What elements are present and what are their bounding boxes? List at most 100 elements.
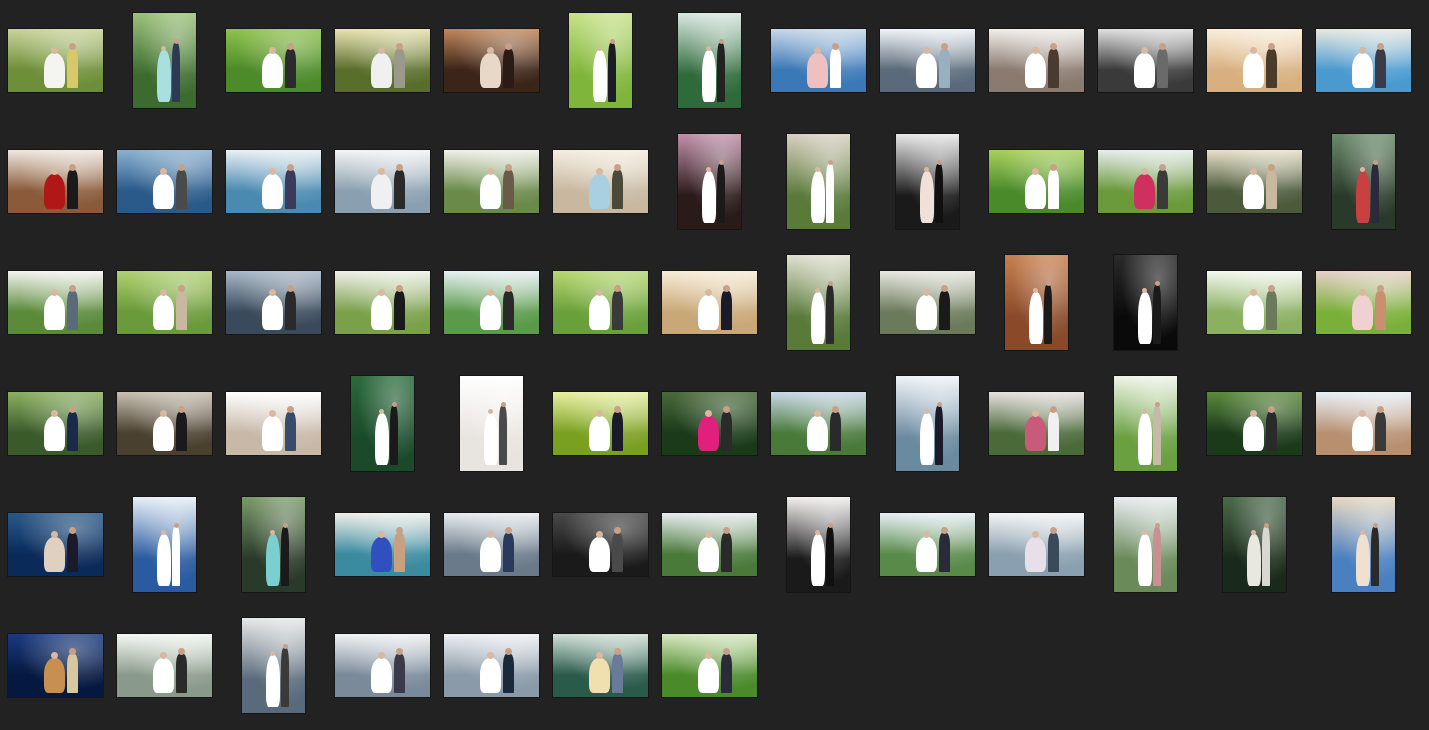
- photo-phone-booth: [553, 634, 648, 697]
- photo-thumbnail[interactable]: [655, 605, 764, 726]
- photo-thumbnail[interactable]: [1, 605, 110, 726]
- photo-thumbnail[interactable]: [1, 363, 110, 484]
- photo-thumbnail[interactable]: [655, 363, 764, 484]
- photo-overcast: [444, 634, 539, 697]
- photo-thumbnail[interactable]: [655, 0, 764, 121]
- photo-thumbnail[interactable]: [873, 484, 982, 605]
- photo-kiss: [787, 497, 850, 592]
- photo-thumbnail[interactable]: [764, 242, 873, 363]
- photo-beach-rocks: [1316, 392, 1411, 455]
- photo-thumbnail[interactable]: [873, 363, 982, 484]
- photo-thumbnail[interactable]: [110, 484, 219, 605]
- photo-thumbnail[interactable]: [1309, 484, 1418, 605]
- photo-thumbnail[interactable]: [328, 242, 437, 363]
- photo-thumbnail[interactable]: [110, 121, 219, 242]
- photo-thumbnail[interactable]: [546, 242, 655, 363]
- photo-thumbnail[interactable]: [1309, 242, 1418, 363]
- photo-thumbnail[interactable]: [1091, 0, 1200, 121]
- photo-golf: [880, 513, 975, 576]
- photo-thumbnail[interactable]: [110, 0, 219, 121]
- photo-thumbnail[interactable]: [764, 0, 873, 121]
- photo-thumbnail[interactable]: [982, 484, 1091, 605]
- photo-thumbnail[interactable]: [1200, 242, 1309, 363]
- photo-thumbnail[interactable]: [437, 363, 546, 484]
- photo-lawn: [117, 271, 212, 334]
- photo-thumbnail[interactable]: [1, 484, 110, 605]
- photo-beach-sky: [771, 29, 866, 92]
- photo-thumbnail[interactable]: [982, 0, 1091, 121]
- photo-thumbnail[interactable]: [219, 121, 328, 242]
- photo-lawn: [226, 29, 321, 92]
- photo-thumbnail[interactable]: [982, 121, 1091, 242]
- photo-thumbnail[interactable]: [546, 121, 655, 242]
- photo-pier: [444, 513, 539, 576]
- photo-thumbnail[interactable]: [982, 242, 1091, 363]
- photo-thumbnail[interactable]: [328, 363, 437, 484]
- photo-thumbnail[interactable]: [764, 363, 873, 484]
- photo-lake-hill: [771, 392, 866, 455]
- photo-thumbnail[interactable]: [328, 0, 437, 121]
- photo-thumbnail[interactable]: [219, 363, 328, 484]
- photo-bed: [989, 29, 1084, 92]
- photo-woods: [8, 392, 103, 455]
- photo-thumbnail[interactable]: [546, 484, 655, 605]
- photo-arch: [553, 150, 648, 213]
- photo-thumbnail[interactable]: [873, 242, 982, 363]
- photo-thumbnail[interactable]: [437, 0, 546, 121]
- photo-thumbnail[interactable]: [1309, 0, 1418, 121]
- photo-thumbnail[interactable]: [219, 605, 328, 726]
- photo-grass-hill: [662, 513, 757, 576]
- photo-thumbnail[interactable]: [1309, 121, 1418, 242]
- photo-veil: [335, 150, 430, 213]
- photo-thumbnail[interactable]: [219, 484, 328, 605]
- photo-lawn: [989, 150, 1084, 213]
- photo-thumbnail[interactable]: [437, 121, 546, 242]
- photo-field: [1098, 150, 1193, 213]
- photo-thumbnail[interactable]: [1200, 121, 1309, 242]
- photo-thumbnail[interactable]: [328, 121, 437, 242]
- photo-dark-garden: [662, 392, 757, 455]
- photo-studio: [1098, 29, 1193, 92]
- photo-thumbnail[interactable]: [1200, 0, 1309, 121]
- photo-thumbnail[interactable]: [328, 605, 437, 726]
- photo-thumbnail[interactable]: [1309, 363, 1418, 484]
- photo-thumbnail[interactable]: [873, 0, 982, 121]
- photo-thumbnail[interactable]: [1091, 484, 1200, 605]
- photo-thumbnail[interactable]: [437, 605, 546, 726]
- photo-thumbnail[interactable]: [764, 484, 873, 605]
- photo-thumbnail[interactable]: [546, 0, 655, 121]
- photo-thumbnail[interactable]: [655, 484, 764, 605]
- photo-thumbnail[interactable]: [655, 242, 764, 363]
- photo-garden: [335, 271, 430, 334]
- photo-thumbnail[interactable]: [1091, 242, 1200, 363]
- photo-studio-dark: [1114, 255, 1177, 350]
- photo-thumbnail[interactable]: [546, 605, 655, 726]
- photo-thumbnail[interactable]: [1, 0, 110, 121]
- photo-hillside: [662, 634, 757, 697]
- photo-thumbnail[interactable]: [1091, 363, 1200, 484]
- photo-thumbnail[interactable]: [1200, 484, 1309, 605]
- photo-studio-white: [226, 392, 321, 455]
- photo-thumbnail[interactable]: [1091, 121, 1200, 242]
- photo-thumbnail[interactable]: [1, 121, 110, 242]
- photo-forest: [335, 29, 430, 92]
- photo-thumbnail[interactable]: [110, 363, 219, 484]
- photo-night-blue: [8, 634, 103, 697]
- photo-thumbnail[interactable]: [655, 121, 764, 242]
- photo-thumbnail[interactable]: [982, 363, 1091, 484]
- photo-palm: [678, 13, 741, 108]
- photo-thumbnail[interactable]: [437, 242, 546, 363]
- photo-thumbnail[interactable]: [1200, 363, 1309, 484]
- photo-thumbnail[interactable]: [873, 121, 982, 242]
- photo-thumbnail[interactable]: [110, 605, 219, 726]
- photo-portrait-warm: [662, 271, 757, 334]
- photo-thumbnail[interactable]: [437, 484, 546, 605]
- photo-thumbnail[interactable]: [219, 0, 328, 121]
- photo-thumbnail[interactable]: [328, 484, 437, 605]
- photo-thumbnail[interactable]: [546, 363, 655, 484]
- photo-night-sea: [8, 513, 103, 576]
- photo-thumbnail[interactable]: [1, 242, 110, 363]
- photo-thumbnail[interactable]: [764, 121, 873, 242]
- photo-thumbnail[interactable]: [219, 242, 328, 363]
- photo-thumbnail[interactable]: [110, 242, 219, 363]
